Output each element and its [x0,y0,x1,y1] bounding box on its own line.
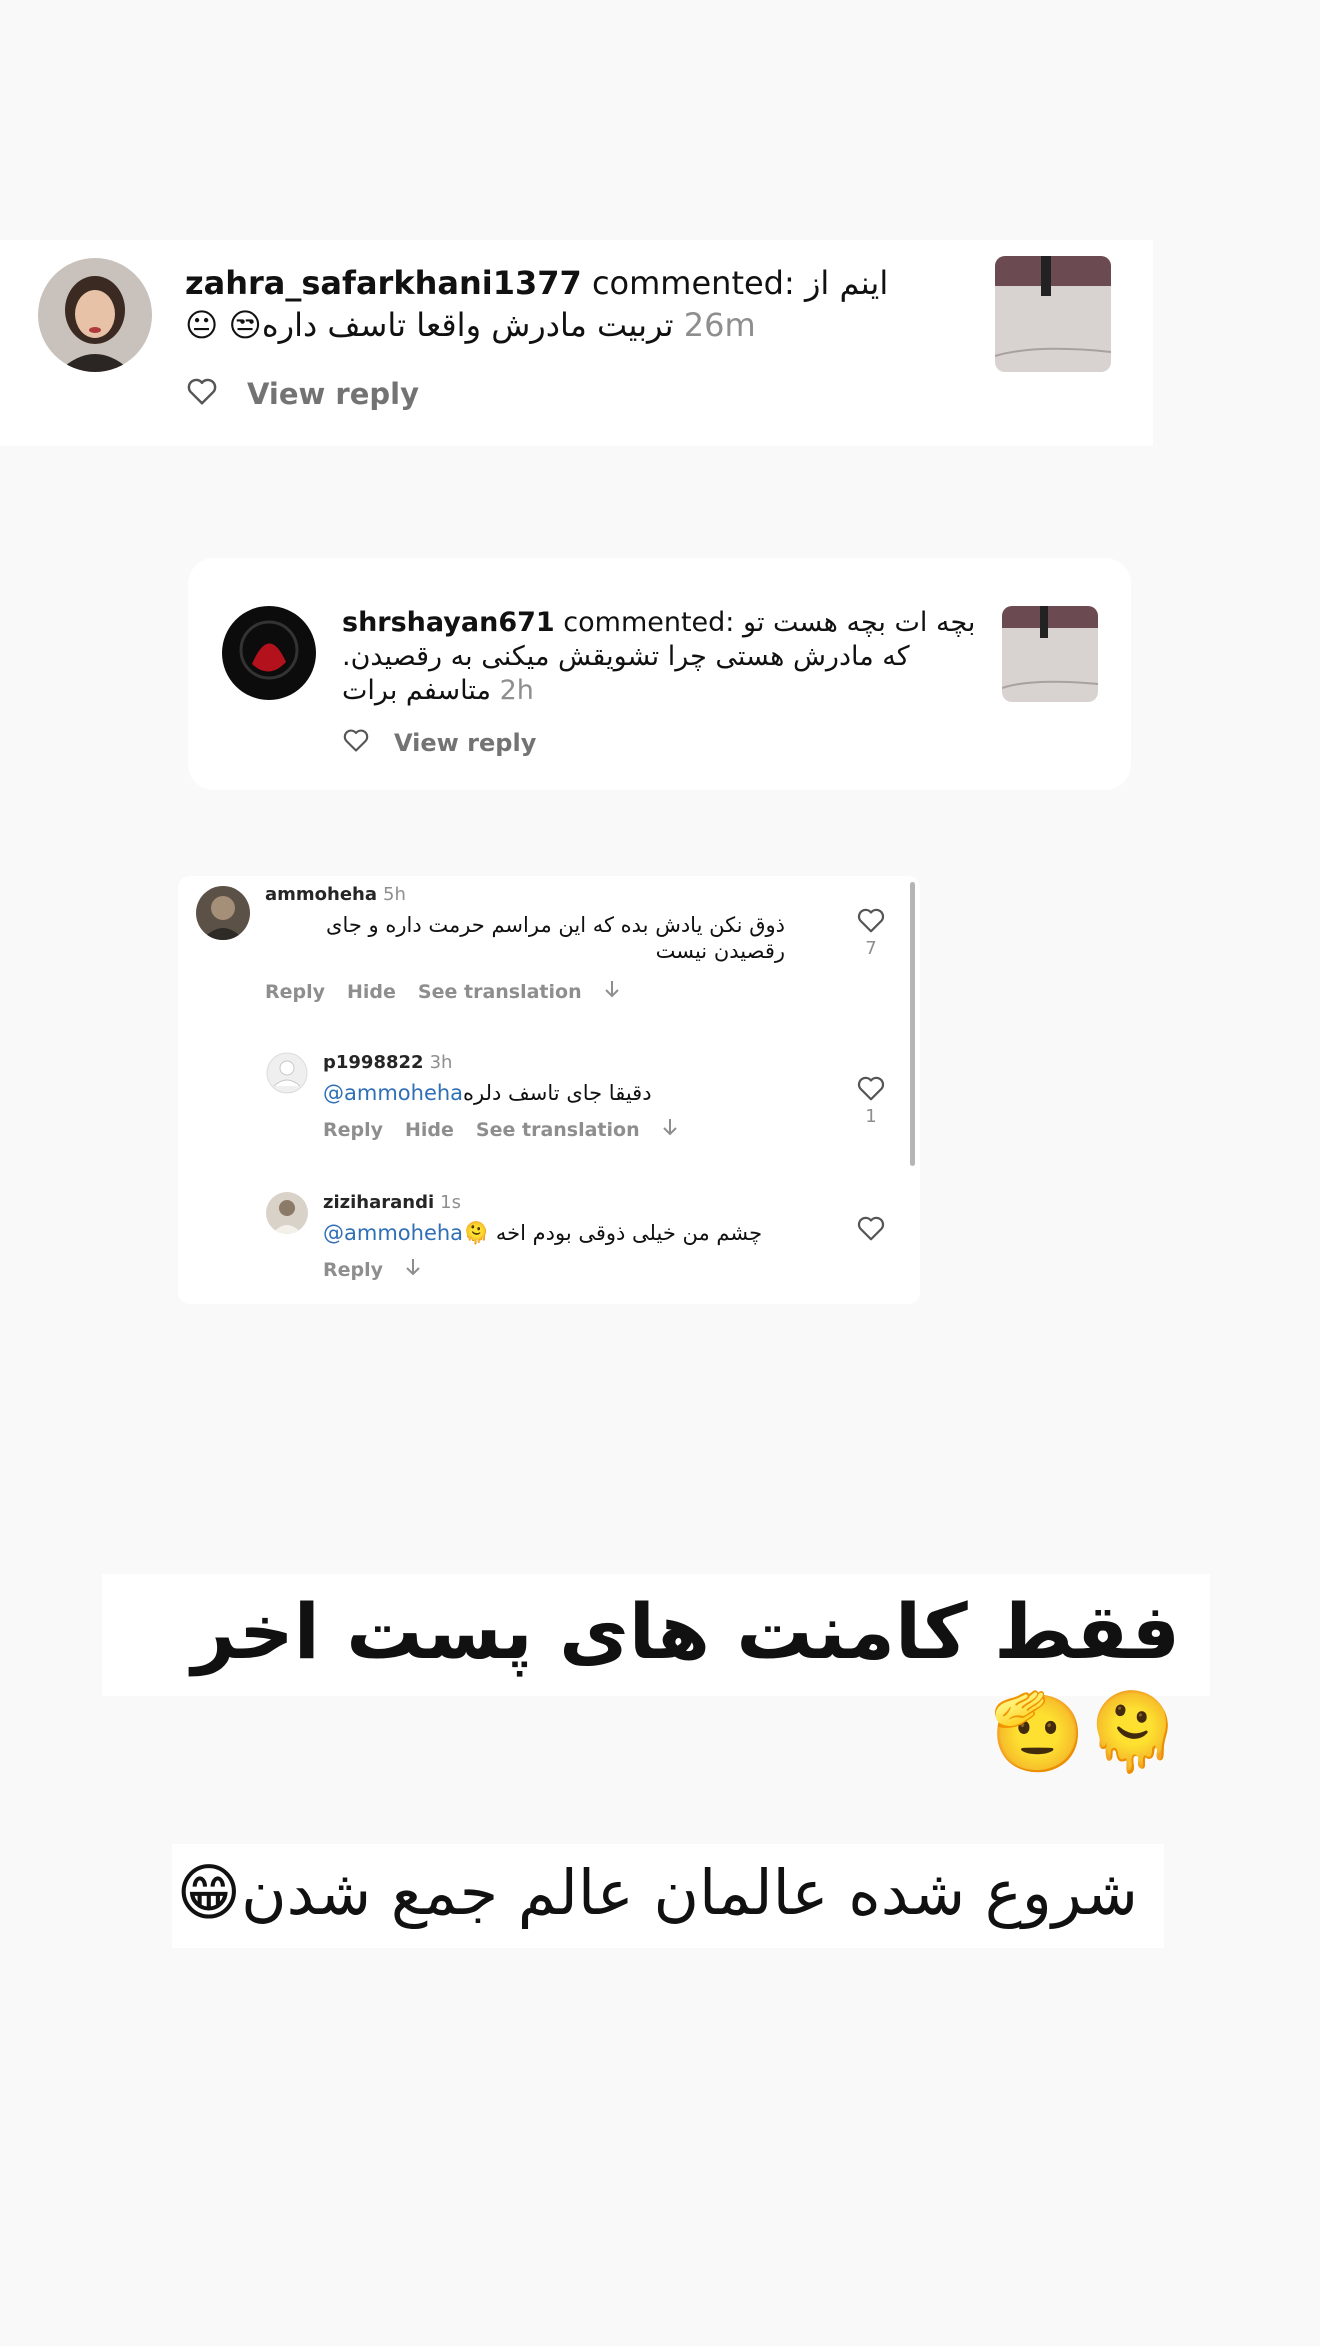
default-avatar-icon[interactable] [266,1052,308,1094]
caption-banner-1: فقط کامنت های پست اخر 🫠🫡 [102,1574,1210,1776]
mention-link[interactable]: @ammoheha [323,1221,463,1245]
comment-actions: Reply [323,1258,421,1281]
comment-body: @ammoheha دقیقا جای تاسف دلره [323,1081,659,1105]
username[interactable]: ammoheha [265,884,377,905]
avatar[interactable] [266,1192,308,1234]
caption-text: شروع شده عالمان عالم جمع شدن😁 [176,1856,1138,1929]
caption-text: فقط کامنت های پست اخر 🫠🫡 [191,1587,1180,1776]
heart-icon[interactable] [342,727,370,759]
timestamp: 3h [429,1052,453,1073]
hide-button[interactable]: Hide [405,1119,454,1141]
view-reply-button[interactable]: View reply [247,377,419,411]
post-thumbnail[interactable] [995,256,1111,372]
username[interactable]: zahra_safarkhani1377 [185,264,582,302]
scrollbar[interactable] [910,882,915,1166]
comment-actions: Reply Hide See translation [265,980,620,1003]
comment-actions: Reply Hide See translation [323,1118,678,1141]
see-translation-button[interactable]: See translation [476,1119,640,1141]
reply-button[interactable]: Reply [323,1119,383,1141]
like-button[interactable]: 7 [856,906,886,959]
heart-icon[interactable] [856,906,886,934]
username[interactable]: ziziharandi [323,1192,434,1213]
timestamp: 2h [491,675,534,706]
comment-text: zahra_safarkhani1377 commented: اینم از … [185,262,965,346]
comment-thread: ammoheha 5h ذوق نکن یادش بده که این مراسم… [178,876,920,1304]
commented-label: commented: [581,264,805,302]
comment-text: shrshayan671 commented: بچه ات بچه هست ت… [342,606,982,708]
comment-notification-2[interactable]: shrshayan671 commented: بچه ات بچه هست ت… [188,558,1131,790]
comment-body: ذوق نکن یادش بده که این مراسم حرمت داره … [326,913,785,963]
reply-button[interactable]: Reply [323,1259,383,1281]
comment-actions: View reply [185,374,419,414]
avatar[interactable] [38,258,152,372]
comment-header: p1998822 3h [323,1052,452,1073]
username[interactable]: shrshayan671 [342,607,555,638]
arrow-down-icon[interactable] [662,1118,678,1141]
view-reply-button[interactable]: View reply [394,729,536,757]
heart-icon[interactable] [856,1214,886,1242]
mention-link[interactable]: @ammoheha [323,1081,463,1105]
hide-button[interactable]: Hide [347,981,396,1003]
username[interactable]: p1998822 [323,1052,424,1073]
heart-icon[interactable] [185,376,219,413]
heart-icon[interactable] [856,1074,886,1102]
timestamp: 5h [383,884,406,905]
arrow-down-icon[interactable] [405,1258,421,1281]
comment-actions: View reply [342,726,536,760]
commented-label: commented: [554,607,743,638]
comment-header: ziziharandi 1s [323,1192,461,1213]
avatar[interactable] [222,606,316,700]
like-count: 7 [865,938,877,959]
like-count: 1 [865,1106,877,1127]
see-translation-button[interactable]: See translation [418,981,582,1003]
comment-body: @ammoheha چشم من خیلی ذوقی بودم اخه 🫠 [323,1221,769,1245]
comment-header: ammoheha 5h [265,884,406,905]
like-button[interactable] [856,1214,886,1246]
like-button[interactable]: 1 [856,1074,886,1127]
reply-button[interactable]: Reply [265,981,325,1003]
timestamp: 1s [440,1192,461,1213]
timestamp: 26m [673,306,756,344]
avatar[interactable] [196,886,250,940]
arrow-down-icon[interactable] [604,980,620,1003]
caption-banner-2: شروع شده عالمان عالم جمع شدن😁 [172,1844,1164,1948]
post-thumbnail[interactable] [1002,606,1098,702]
comment-notification-1[interactable]: zahra_safarkhani1377 commented: اینم از … [0,240,1153,446]
